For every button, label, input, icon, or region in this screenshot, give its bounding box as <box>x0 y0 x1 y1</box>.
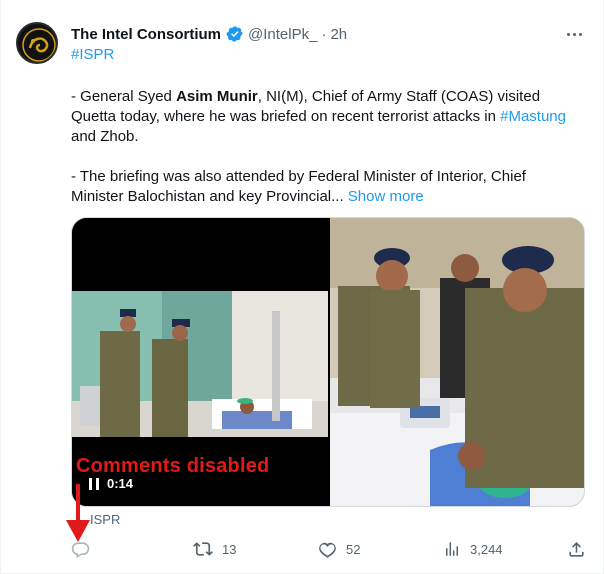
video-frame[interactable] <box>72 291 328 437</box>
media-caption: ISPR <box>90 512 121 527</box>
video-still-image <box>72 291 328 437</box>
like-button[interactable]: 52 <box>318 538 360 560</box>
like-count: 52 <box>346 541 361 557</box>
action-bar: 13 52 3,244 <box>1 538 604 562</box>
tweet-paragraph-2: - The briefing was also attended by Fede… <box>71 167 581 207</box>
reply-button[interactable] <box>71 538 99 560</box>
text-fragment: - General Syed <box>71 88 177 105</box>
share-icon <box>569 541 584 557</box>
text-fragment: and Zhob. <box>71 128 139 145</box>
hashtag-link[interactable]: #ISPR <box>71 46 114 63</box>
author-handle[interactable]: @IntelPk_ <box>248 26 317 43</box>
tweet-timestamp[interactable]: 2h <box>330 26 347 43</box>
retweet-icon <box>193 542 213 556</box>
verified-badge-icon[interactable] <box>226 25 244 43</box>
tweet-paragraph-1: - General Syed Asim Munir, NI(M), Chief … <box>71 87 581 147</box>
more-options-icon[interactable] <box>562 25 586 43</box>
annotation-comments-disabled: Comments disabled <box>76 455 270 477</box>
heart-icon <box>319 542 336 558</box>
author-display-name[interactable]: The Intel Consortium <box>71 26 221 43</box>
text-fragment: - The briefing was also attended by Fede… <box>71 168 526 205</box>
avatar[interactable] <box>16 22 58 64</box>
separator-dot: · <box>321 25 327 43</box>
tweet-text: - General Syed Asim Munir, NI(M), Chief … <box>71 87 581 207</box>
show-more-link[interactable]: Show more <box>348 188 424 205</box>
photo[interactable] <box>330 218 584 506</box>
bold-name: Asim Munir <box>176 88 258 105</box>
views-button[interactable]: 3,244 <box>443 538 503 560</box>
tweet-header: The Intel Consortium @IntelPk_ · 2h <box>71 24 347 44</box>
retweet-button[interactable]: 13 <box>193 538 236 560</box>
photo-image <box>330 218 584 506</box>
video-time: 0:14 <box>107 476 134 491</box>
hashtag-mastung-link[interactable]: #Mastung <box>500 108 566 125</box>
avatar-logo-icon <box>19 25 56 62</box>
share-button[interactable] <box>567 538 586 560</box>
tweet-card[interactable]: The Intel Consortium @IntelPk_ · 2h #ISP… <box>0 0 604 574</box>
retweet-count: 13 <box>222 541 237 557</box>
views-count: 3,244 <box>470 541 503 557</box>
reply-icon <box>71 541 90 558</box>
views-chart-icon <box>446 542 458 556</box>
